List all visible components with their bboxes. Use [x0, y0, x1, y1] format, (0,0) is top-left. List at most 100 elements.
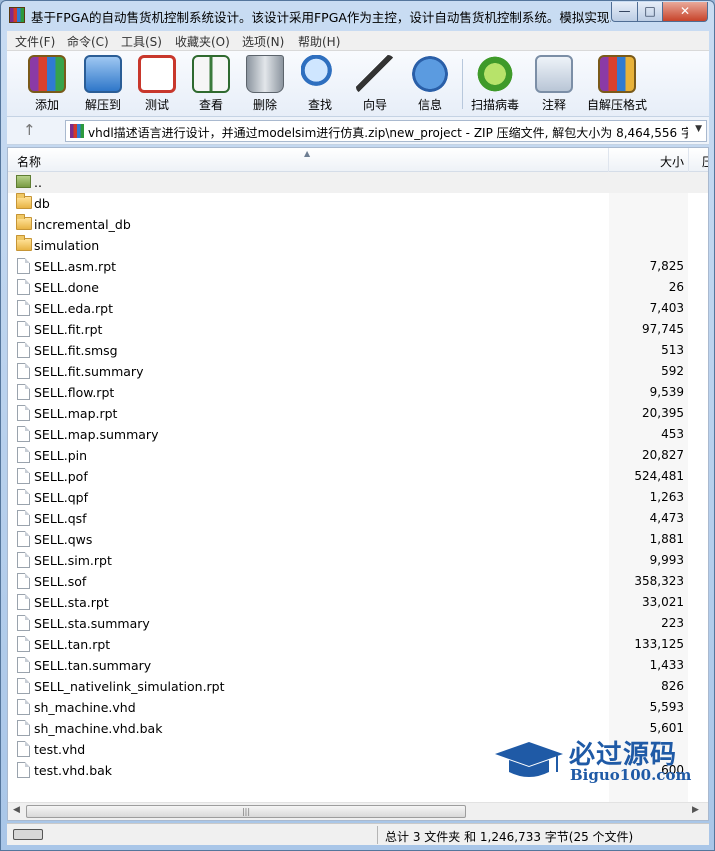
file-icon — [17, 426, 30, 442]
file-icon — [17, 489, 30, 505]
close-button[interactable]: ✕ — [662, 2, 708, 22]
file-name: SELL.sta.summary — [34, 616, 150, 631]
file-row[interactable]: SELL.sta.rpt 33,021 — [8, 592, 708, 613]
file-size: 26 — [668, 280, 684, 294]
file-name: SELL.eda.rpt — [34, 301, 113, 316]
maximize-button[interactable]: □ — [637, 2, 663, 22]
menu-help[interactable]: 帮助(H) — [298, 33, 340, 50]
file-name: simulation — [34, 238, 100, 253]
virus-scan-button[interactable]: 扫描病毒 — [469, 55, 521, 113]
up-folder-icon[interactable]: ↑ — [23, 121, 36, 139]
file-row[interactable]: db — [8, 193, 708, 214]
info-button[interactable]: 信息 — [404, 55, 456, 113]
sfx-label: 自解压格式 — [586, 98, 647, 112]
toolbar: 添加 解压到 测试 查看 删除 查找 向导 信息 扫描病毒 注释 自解压格式 — [7, 51, 709, 117]
file-size: 4,473 — [649, 511, 684, 525]
file-row[interactable]: SELL.sta.summary 223 — [8, 613, 708, 634]
file-row[interactable]: SELL.qsf 4,473 — [8, 508, 708, 529]
watermark-url: Biguo100.com — [570, 766, 692, 784]
graduation-cap-icon — [495, 742, 563, 777]
file-row[interactable]: SELL.fit.smsg 513 — [8, 340, 708, 361]
menu-command[interactable]: 命令(C) — [67, 33, 109, 50]
file-icon — [17, 678, 30, 694]
add-button[interactable]: 添加 — [21, 55, 73, 113]
file-row[interactable]: SELL.sof 358,323 — [8, 571, 708, 592]
folder-icon — [16, 193, 32, 209]
file-name: test.vhd — [34, 742, 86, 757]
file-row[interactable]: SELL.tan.summary 1,433 — [8, 655, 708, 676]
sfx-button[interactable]: 自解压格式 — [585, 55, 649, 113]
file-name: SELL_nativelink_simulation.rpt — [34, 679, 225, 694]
file-size: 7,403 — [649, 301, 684, 315]
scroll-right-icon[interactable]: ▶ — [692, 805, 699, 815]
file-name: SELL.pof — [34, 469, 88, 484]
menu-options[interactable]: 选项(N) — [242, 33, 284, 50]
menu-favorites[interactable]: 收藏夹(O) — [175, 33, 230, 50]
file-row[interactable]: SELL.eda.rpt 7,403 — [8, 298, 708, 319]
sort-ascending-icon: ▲ — [304, 149, 311, 158]
file-row[interactable]: SELL.sim.rpt 9,993 — [8, 550, 708, 571]
file-row[interactable]: sh_machine.vhd 5,593 — [8, 697, 708, 718]
menu-file[interactable]: 文件(F) — [15, 33, 55, 50]
file-row[interactable]: simulation — [8, 235, 708, 256]
delete-button[interactable]: 删除 — [239, 55, 291, 113]
file-row[interactable]: SELL.fit.rpt 97,745 — [8, 319, 708, 340]
extract-to-button[interactable]: 解压到 — [77, 55, 129, 113]
menu-tools[interactable]: 工具(S) — [121, 33, 162, 50]
file-icon — [17, 699, 30, 715]
path-dropdown-icon[interactable]: ▼ — [695, 124, 702, 134]
file-row[interactable]: SELL.map.summary 453 — [8, 424, 708, 445]
file-icon — [17, 342, 30, 358]
file-row[interactable]: SELL.asm.rpt 7,825 — [8, 256, 708, 277]
minimize-button[interactable]: — — [611, 2, 638, 22]
column-size[interactable]: 大小 — [608, 148, 688, 172]
file-icon — [17, 447, 30, 463]
file-icon — [17, 552, 30, 568]
file-name: sh_machine.vhd — [34, 700, 136, 715]
file-row[interactable]: .. — [8, 172, 708, 193]
file-row[interactable]: SELL.map.rpt 20,395 — [8, 403, 708, 424]
file-row[interactable]: SELL.flow.rpt 9,539 — [8, 382, 708, 403]
column-name[interactable]: 名称 — [17, 153, 41, 170]
file-name: sh_machine.vhd.bak — [34, 721, 163, 736]
file-name: SELL.sta.rpt — [34, 595, 109, 610]
title-bar: 基于FPGA的自动售货机控制系统设计。该设计采用FPGA作为主控，设计自动售货机… — [1, 1, 714, 31]
file-row[interactable]: SELL.done 26 — [8, 277, 708, 298]
file-icon — [17, 321, 30, 337]
file-name: SELL.map.rpt — [34, 406, 118, 421]
wizard-button[interactable]: 向导 — [349, 55, 401, 113]
view-button[interactable]: 查看 — [185, 55, 237, 113]
file-row[interactable]: SELL.pof 524,481 — [8, 466, 708, 487]
delete-icon — [246, 55, 284, 93]
horizontal-scrollbar[interactable]: ◀ ||| ▶ — [8, 802, 708, 820]
test-button[interactable]: 测试 — [131, 55, 183, 113]
find-button[interactable]: 查找 — [294, 55, 346, 113]
file-icon — [17, 615, 30, 631]
file-name: SELL.map.summary — [34, 427, 159, 442]
scroll-thumb[interactable]: ||| — [26, 805, 466, 818]
scroll-left-icon[interactable]: ◀ — [13, 805, 20, 815]
file-icon — [17, 300, 30, 316]
file-name: SELL.tan.summary — [34, 658, 152, 673]
file-row[interactable]: SELL.tan.rpt 133,125 — [8, 634, 708, 655]
file-row[interactable]: SELL.qws 1,881 — [8, 529, 708, 550]
add-archive-icon — [28, 55, 66, 93]
column-packed[interactable]: 压 — [688, 148, 708, 172]
file-size: 513 — [661, 343, 684, 357]
extract-to-label: 解压到 — [84, 98, 121, 112]
info-label: 信息 — [417, 98, 442, 112]
file-size: 133,125 — [634, 637, 684, 651]
folder-icon — [16, 214, 32, 230]
file-row[interactable]: SELL.fit.summary 592 — [8, 361, 708, 382]
file-size: 358,323 — [634, 574, 684, 588]
watermark-logo: 必过源码 Biguo100.com — [493, 734, 698, 789]
file-row[interactable]: incremental_db — [8, 214, 708, 235]
column-size-label: 大小 — [659, 155, 684, 169]
file-row[interactable]: SELL.qpf 1,263 — [8, 487, 708, 508]
file-size: 7,825 — [649, 259, 684, 273]
comment-button[interactable]: 注释 — [528, 55, 580, 113]
path-field[interactable]: vhdl描述语言进行设计，并通过modelsim进行仿真.zip\new_pro… — [65, 120, 707, 142]
file-row[interactable]: SELL_nativelink_simulation.rpt 826 — [8, 676, 708, 697]
file-icon — [17, 384, 30, 400]
file-row[interactable]: SELL.pin 20,827 — [8, 445, 708, 466]
